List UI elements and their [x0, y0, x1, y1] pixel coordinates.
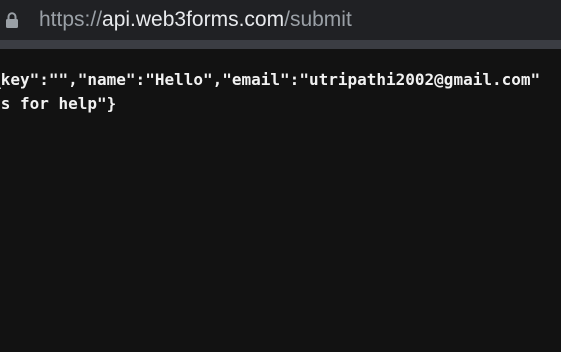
json-line-1: {"access_key":"","name":"Hello","email":…	[0, 70, 541, 89]
url-host: api.web3forms.com	[102, 8, 285, 31]
json-line-2: Visit Docs for help"}	[0, 94, 117, 113]
page-content: {"access_key":"","name":"Hello","email":…	[0, 49, 561, 352]
json-response: {"access_key":"","name":"Hello","email":…	[0, 68, 561, 116]
url-field[interactable]: https://api.web3forms.com/submit	[39, 7, 352, 33]
url-scheme: https://	[39, 8, 103, 31]
address-bar[interactable]: https://api.web3forms.com/submit	[0, 0, 561, 40]
lock-icon[interactable]	[5, 12, 19, 28]
url-path: /submit	[284, 8, 352, 31]
toolbar-strip	[0, 40, 561, 49]
